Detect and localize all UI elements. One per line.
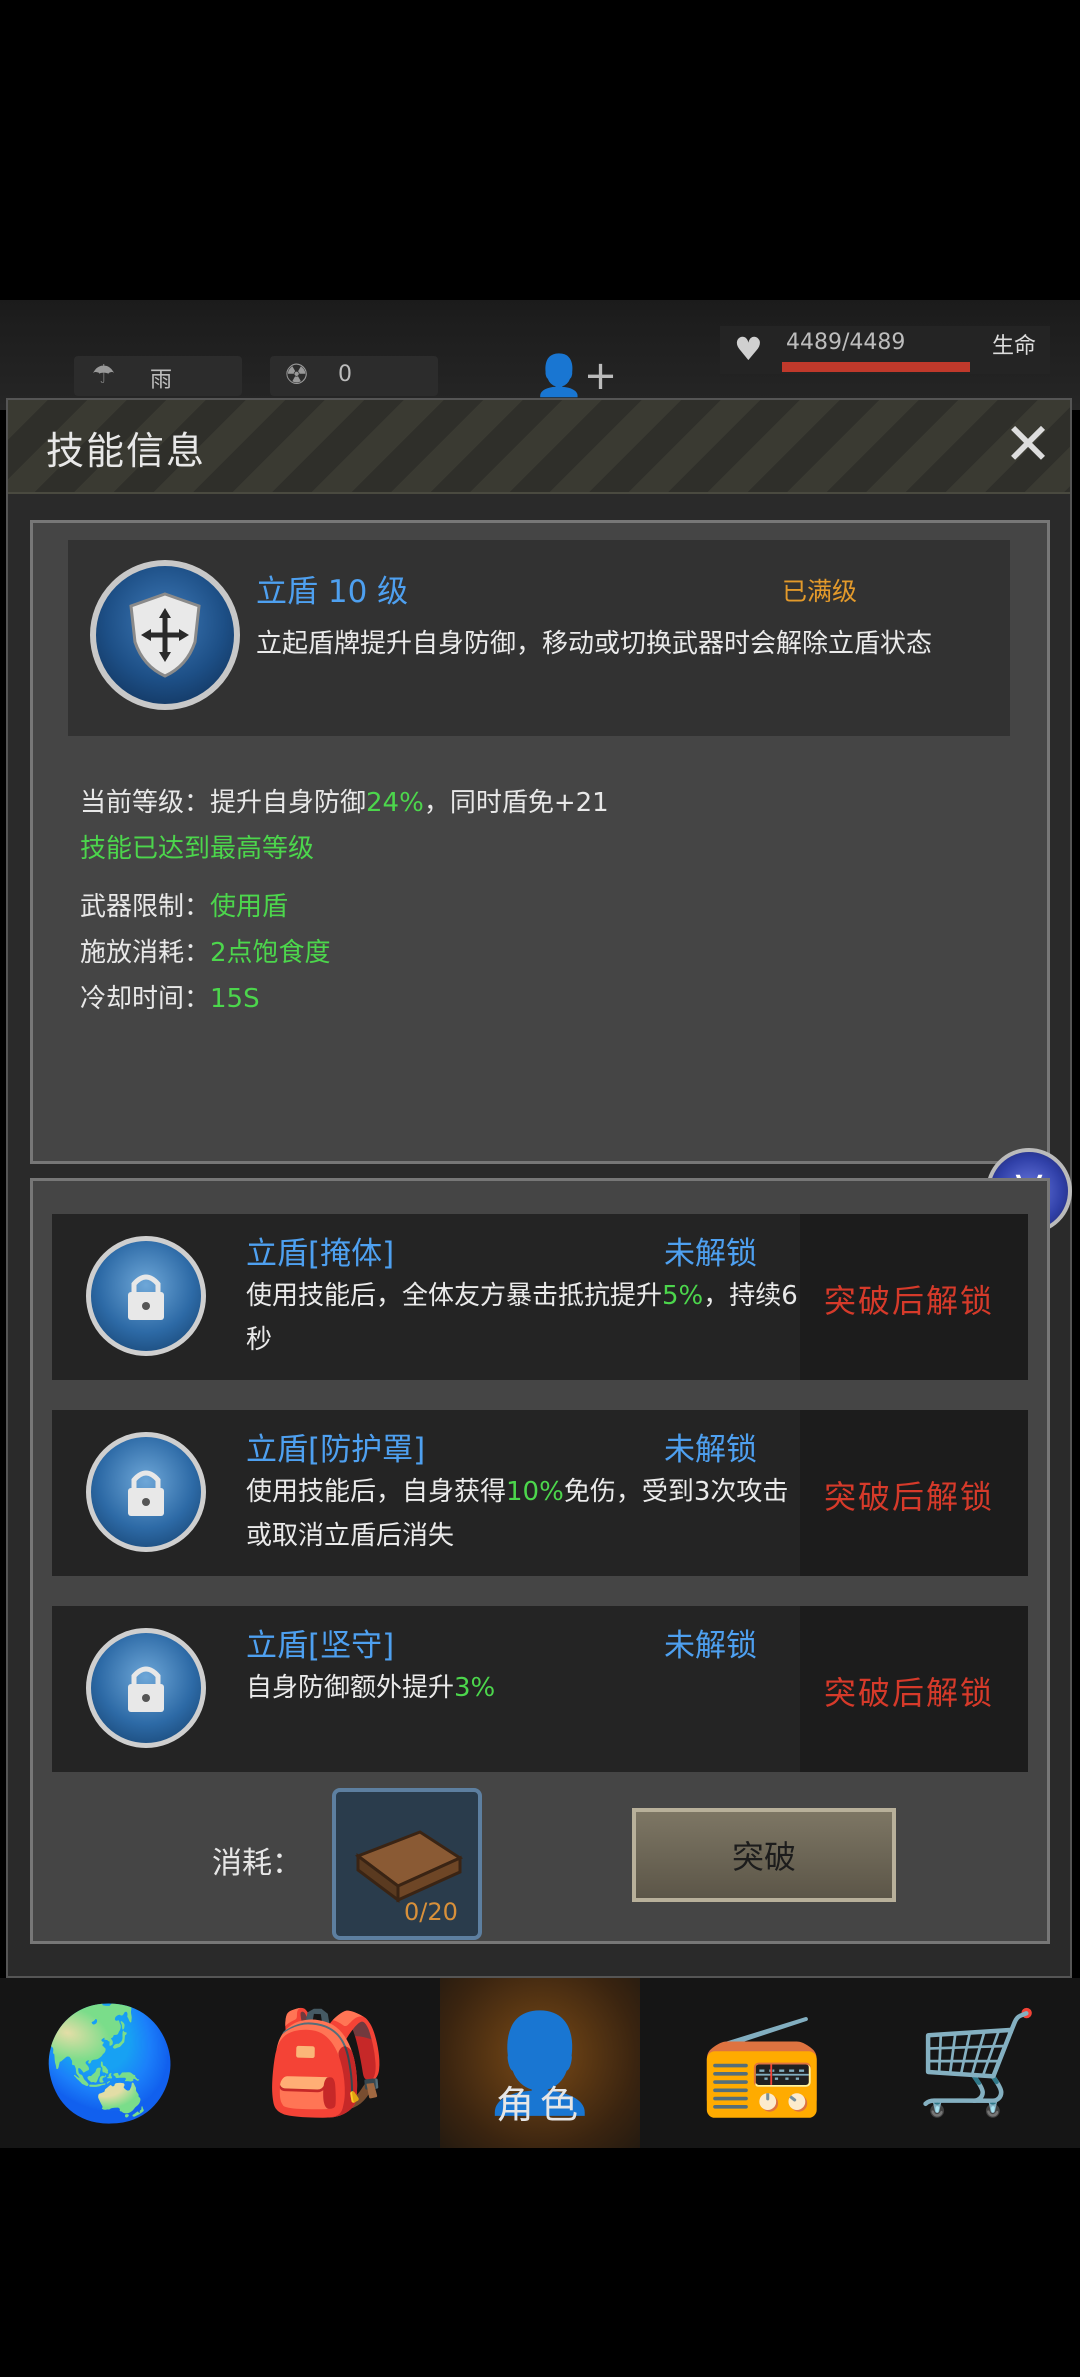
weapon-label: 武器限制： [80, 892, 211, 922]
cooldown-label: 冷却时间： [80, 984, 211, 1014]
talent-name: 立盾[坚守] [246, 1628, 395, 1664]
max-level-badge: 已满级 [782, 577, 858, 606]
cooldown-value: 15S [210, 984, 260, 1014]
current-level-prefix: 当前等级：提升自身防御 [80, 788, 367, 818]
talent-state: 未解锁 [664, 1236, 757, 1272]
hp-bar-fill [782, 362, 970, 372]
dialog-title: 技能信息 [46, 429, 207, 473]
talent-desc-highlight: 5% [662, 1281, 704, 1311]
radiation-icon: ☢ [284, 358, 310, 391]
skill-description: 立起盾牌提升自身防御，移动或切换武器时会解除立盾状态 [256, 629, 933, 659]
nav-world[interactable]: 🌏 [10, 1978, 210, 2148]
nav-shop[interactable]: 🛒 [878, 1978, 1078, 2148]
current-level-suffix: ，同时盾免+21 [423, 788, 609, 818]
talent-desc-highlight: 3% [454, 1673, 496, 1703]
talent-desc-highlight: 10% [506, 1477, 564, 1507]
talent-description: 使用技能后，自身获得10%免伤，受到3次攻击或取消立盾后消失 [246, 1470, 806, 1558]
cast-cost-label: 施放消耗： [80, 938, 211, 968]
talent-description: 使用技能后，全体友方暴击抵抗提升5%，持续6秒 [246, 1274, 806, 1362]
rain-icon: ☂ [92, 360, 116, 390]
nav-backpack[interactable]: 🎒 [226, 1978, 426, 2148]
shield-icon [90, 560, 240, 710]
shield-lock-icon [86, 1432, 206, 1552]
cost-label: 消耗： [212, 1846, 302, 1881]
globe-icon: 🌏 [41, 1998, 179, 2127]
talent-desc-a: 使用技能后，全体友方暴击抵抗提升 [246, 1281, 663, 1311]
talent-name: 立盾[掩体] [246, 1236, 395, 1272]
cover-lock-icon [86, 1236, 206, 1356]
talent-desc-a: 使用技能后，自身获得 [246, 1477, 507, 1507]
talent-state: 未解锁 [664, 1628, 757, 1664]
talent-desc-a: 自身防御额外提升 [246, 1673, 455, 1703]
talent-description: 自身防御额外提升3% [246, 1666, 806, 1710]
weather-text: 雨 [150, 368, 173, 393]
cart-icon: 🛒 [915, 2004, 1041, 2121]
skill-name: 立盾 10 级 [256, 574, 409, 610]
nav-character-label: 角色 [495, 2083, 584, 2127]
guard-lock-icon [86, 1628, 206, 1748]
backpack-icon: 🎒 [263, 2004, 389, 2121]
break-through-button[interactable]: 突破 [632, 1808, 896, 1902]
weapon-limit-line: 武器限制：使用盾 [80, 886, 288, 923]
close-icon[interactable]: ✕ [998, 414, 1058, 474]
cast-cost-value: 2点饱食度 [210, 938, 331, 968]
cast-cost-line: 施放消耗：2点饱食度 [80, 932, 331, 969]
radio-icon: 📻 [699, 2004, 825, 2121]
max-level-note: 技能已达到最高等级 [80, 834, 315, 864]
heart-icon: ♥ [734, 330, 763, 368]
talent-state: 未解锁 [664, 1432, 757, 1468]
cooldown-line: 冷却时间：15S [80, 978, 260, 1015]
current-level-value: 24% [366, 788, 424, 818]
nav-radio[interactable]: 📻 [662, 1978, 862, 2148]
material-count: 0/20 [404, 1898, 458, 1926]
unlock-after-break-text: 突破后解锁 [824, 1282, 995, 1320]
talent-name: 立盾[防护罩] [246, 1432, 426, 1468]
weapon-value: 使用盾 [210, 892, 289, 922]
current-level-line: 当前等级：提升自身防御24%，同时盾免+21 [80, 782, 609, 819]
hp-value: 4489/4489 [786, 330, 906, 355]
add-member-icon[interactable]: 👤+ [534, 352, 617, 399]
radiation-value: 0 [338, 362, 352, 387]
hp-label: 生命 [992, 334, 1037, 359]
unlock-after-break-text: 突破后解锁 [824, 1674, 995, 1712]
unlock-after-break-text: 突破后解锁 [824, 1478, 995, 1516]
